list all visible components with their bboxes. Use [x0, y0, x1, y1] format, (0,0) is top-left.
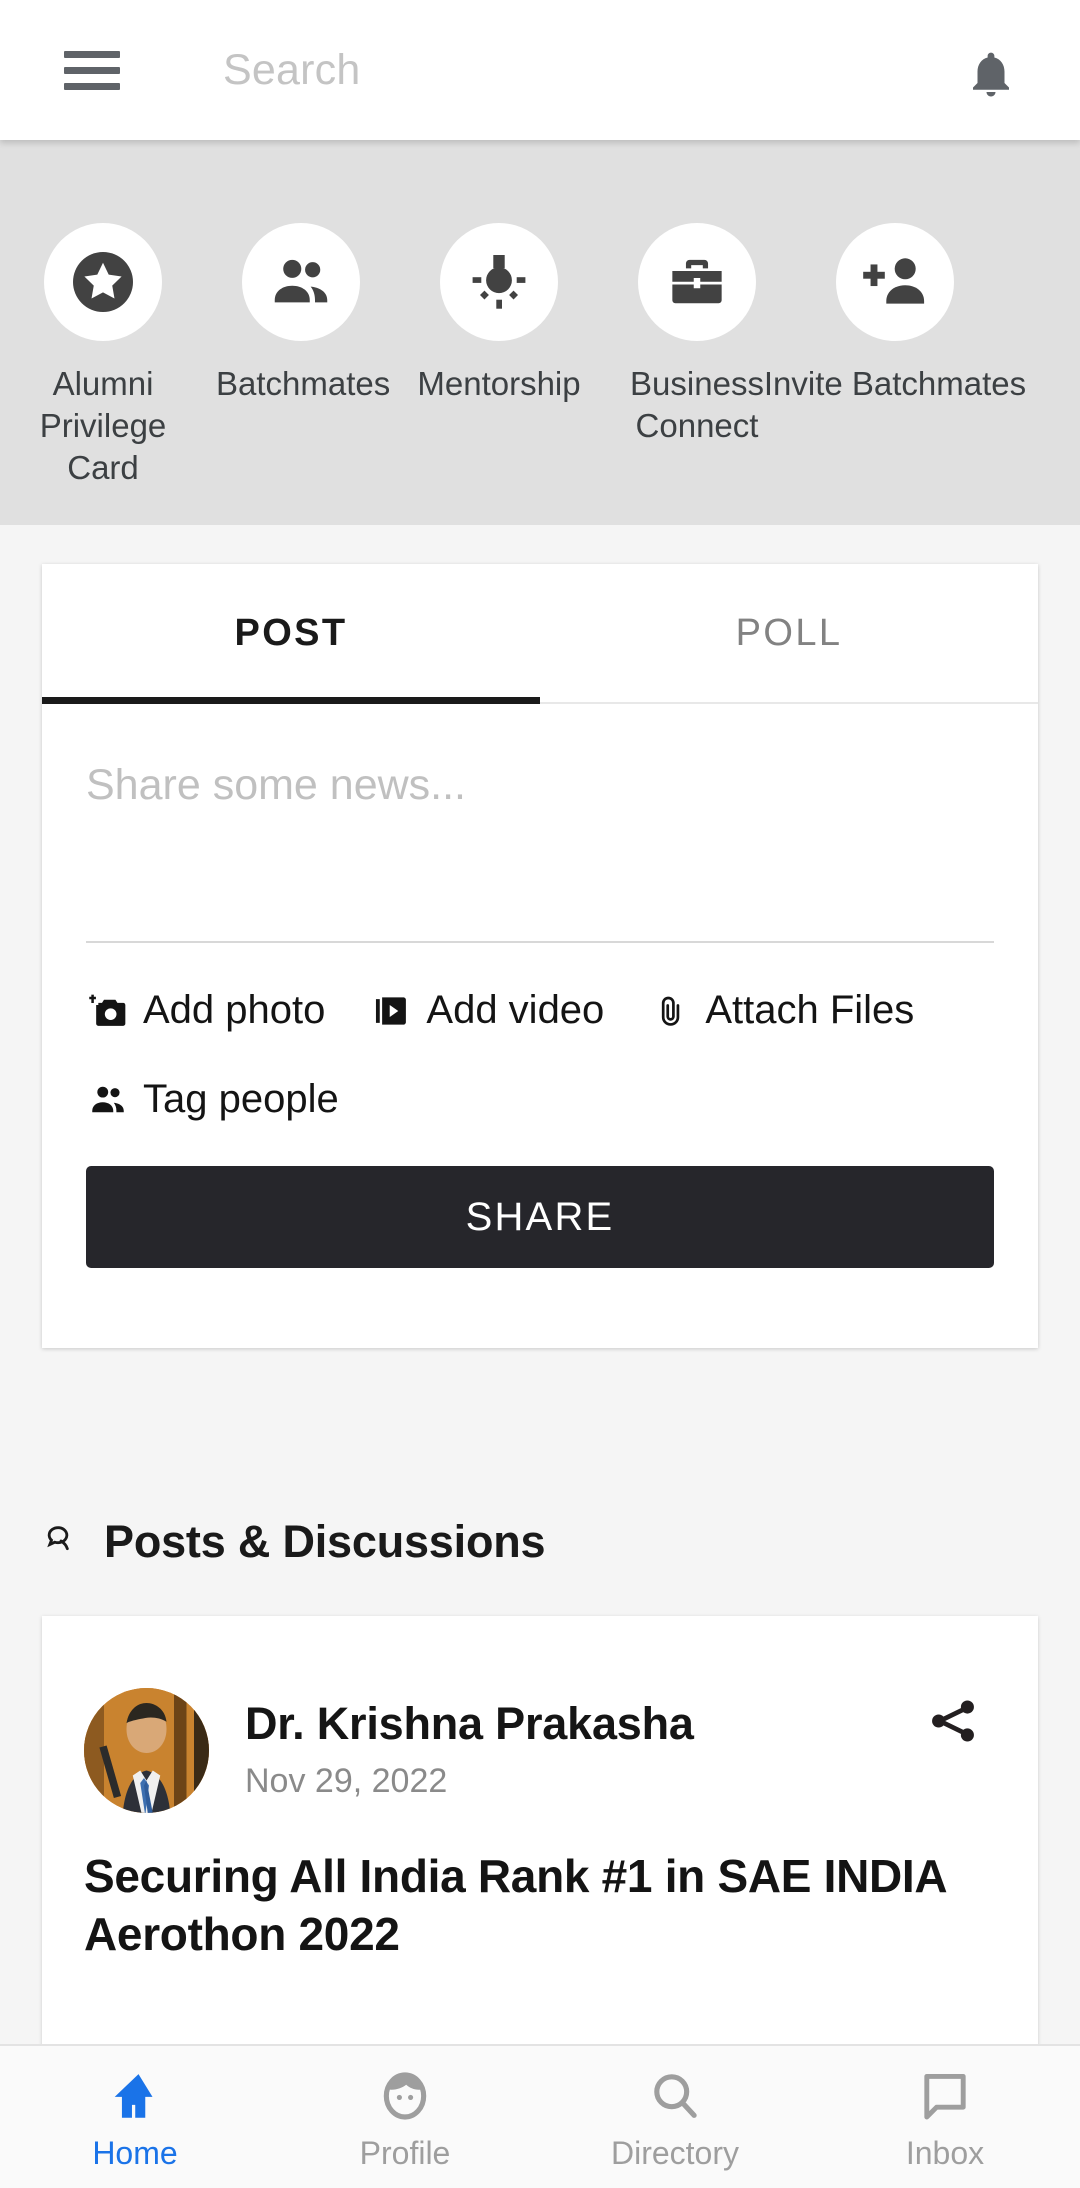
nav-item-inbox[interactable]: Inbox	[810, 2046, 1080, 2188]
menu-bar-1	[64, 50, 120, 58]
composer-card: POST POLL Add photo	[42, 564, 1038, 1348]
bell-icon[interactable]	[964, 46, 1018, 102]
tab-post[interactable]: POST	[42, 564, 540, 702]
briefcase-icon	[672, 259, 722, 304]
paperclip-icon	[648, 989, 692, 1033]
composer-body: Add photo Add video At	[42, 704, 1038, 1268]
post-header: Dr. Krishna Prakasha Nov 29, 2022	[42, 1616, 1038, 1813]
share-news-input[interactable]	[86, 750, 994, 943]
tag-people-label: Tag people	[143, 1077, 339, 1121]
composer-tabs: POST POLL	[42, 564, 1038, 704]
shortcut-bubble	[44, 223, 162, 341]
search-icon	[647, 2067, 703, 2125]
add-photo-label: Add photo	[143, 988, 326, 1032]
tab-poll[interactable]: POLL	[540, 564, 1038, 702]
attach-files-button[interactable]: Attach Files	[648, 988, 914, 1033]
person-face-icon	[377, 2067, 433, 2125]
post-title: Securing All India Rank #1 in SAE INDIA …	[84, 1850, 946, 1960]
composer-actions-row-1: Add photo Add video Attach Files	[86, 988, 994, 1033]
composer-actions-row-2: Tag people	[86, 1077, 994, 1122]
nav-item-profile[interactable]: Profile	[270, 2046, 540, 2188]
shortcut-label: Mentorship	[417, 365, 581, 402]
avatar	[84, 1688, 209, 1813]
nav-label-home: Home	[92, 2134, 178, 2171]
tag-people-button[interactable]: Tag people	[86, 1077, 339, 1122]
hamburger-menu-icon[interactable]	[64, 48, 120, 92]
post-meta: Dr. Krishna Prakasha Nov 29, 2022	[245, 1688, 694, 1801]
post-author: Dr. Krishna Prakasha	[245, 1698, 694, 1749]
share-button[interactable]: SHARE	[86, 1166, 994, 1268]
posts-discussions-header: Posts & Discussions	[42, 1516, 546, 1568]
search-input[interactable]	[223, 45, 823, 95]
attach-files-label: Attach Files	[705, 988, 915, 1032]
post-card[interactable]: Dr. Krishna Prakasha Nov 29, 2022 Securi…	[42, 1616, 1038, 2078]
menu-bar-3	[64, 82, 120, 90]
home-icon	[106, 2067, 164, 2125]
add-photo-icon	[86, 989, 130, 1033]
menu-bar-2	[64, 66, 120, 74]
bottom-navigation: Home Profile Directory Inbox	[0, 2044, 1080, 2188]
nav-item-home[interactable]: Home	[0, 2046, 270, 2188]
nav-label-profile: Profile	[359, 2134, 451, 2171]
shortcut-label: Batchmates	[216, 365, 391, 402]
shortcuts-strip: Alumni Privilege Card Batchmates Mentors…	[0, 140, 1080, 525]
top-app-bar	[0, 0, 1080, 140]
shortcut-bubble	[242, 223, 360, 341]
add-video-icon	[369, 989, 413, 1033]
comments-icon	[42, 1520, 86, 1565]
add-video-label: Add video	[426, 988, 605, 1032]
person-add-icon	[863, 258, 925, 304]
tag-people-icon	[86, 1078, 130, 1122]
shortcut-label: Invite Batchmates	[763, 365, 1027, 402]
chat-bubble-icon	[917, 2067, 973, 2125]
shortcut-alumni-privilege-card[interactable]: Alumni Privilege Card	[4, 223, 202, 489]
shortcut-business-connect[interactable]: Business Connect	[598, 223, 796, 447]
star-badge-icon	[73, 252, 133, 312]
shortcut-batchmates[interactable]: Batchmates	[202, 223, 400, 405]
shortcut-bubble	[440, 223, 558, 341]
add-photo-button[interactable]: Add photo	[86, 988, 325, 1033]
tab-active-indicator	[42, 697, 540, 704]
shortcut-mentorship[interactable]: Mentorship	[400, 223, 598, 405]
shortcut-label: Alumni Privilege Card	[39, 365, 167, 486]
shortcut-label: Business Connect	[630, 365, 764, 444]
nav-label-directory: Directory	[610, 2134, 739, 2171]
shortcut-bubble	[836, 223, 954, 341]
shortcut-invite-batchmates[interactable]: Invite Batchmates	[764, 223, 1026, 405]
shortcut-bubble	[638, 223, 756, 341]
lightbulb-icon	[472, 255, 526, 309]
nav-label-inbox: Inbox	[905, 2134, 985, 2171]
share-icon[interactable]	[926, 1694, 980, 1748]
add-video-button[interactable]: Add video	[369, 988, 604, 1033]
people-icon	[274, 259, 328, 303]
post-date: Nov 29, 2022	[245, 1762, 448, 1800]
nav-item-directory[interactable]: Directory	[540, 2046, 810, 2188]
section-title: Posts & Discussions	[104, 1516, 546, 1567]
